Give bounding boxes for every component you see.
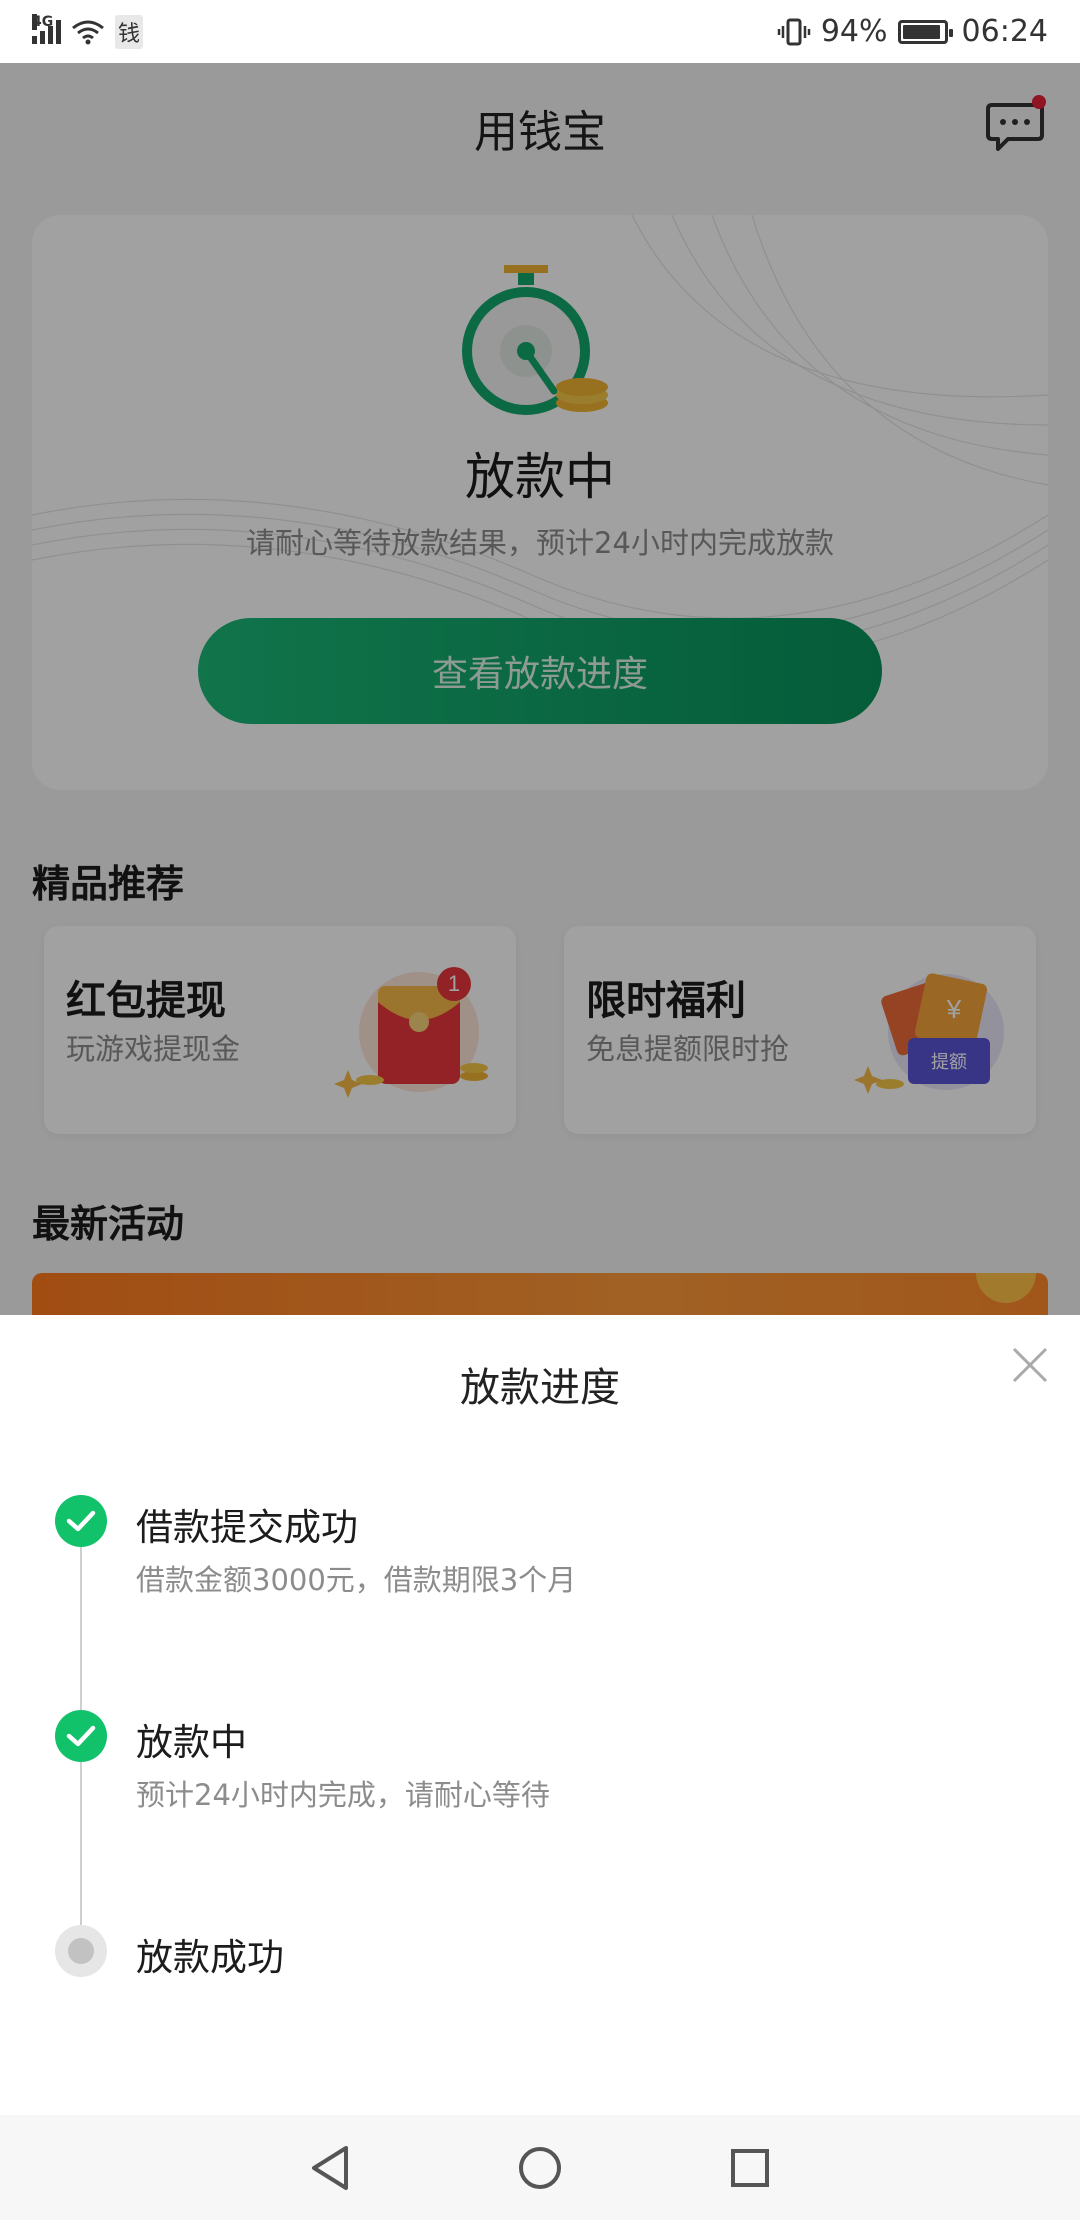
clock: 06:24 (961, 14, 1048, 49)
home-button[interactable] (510, 2138, 570, 2198)
check-icon (55, 1495, 107, 1547)
battery-percent: 94% (820, 14, 888, 49)
step-desc: 预计24小时内完成，请耐心等待 (136, 1778, 550, 1812)
battery-icon (897, 19, 953, 44)
status-right: 94% 06:24 (777, 14, 1048, 49)
step-desc: 借款金额3000元，借款期限3个月 (136, 1563, 577, 1597)
recents-button[interactable] (720, 2138, 780, 2198)
status-bar: 4G 钱 94% 06:24 (0, 0, 1080, 63)
modal-overlay[interactable] (0, 63, 1080, 1315)
loan-progress-sheet: 放款进度 借款提交成功 借款金额3000元，借款期限3个月 放款中 预计24小时… (0, 1315, 1080, 2115)
system-nav-bar (0, 2115, 1080, 2220)
pending-dot-icon (55, 1925, 107, 1977)
close-icon[interactable] (1010, 1345, 1050, 1385)
back-icon (312, 2145, 348, 2190)
back-button[interactable] (300, 2138, 360, 2198)
step-title: 放款中 (136, 1721, 247, 1764)
check-icon (55, 1710, 107, 1762)
status-left: 4G 钱 (32, 13, 144, 49)
step-title: 借款提交成功 (136, 1506, 358, 1549)
vibrate-icon (777, 18, 811, 45)
app-notification-icon: 钱 (115, 14, 144, 49)
step-title: 放款成功 (136, 1936, 284, 1979)
recents-icon (731, 2148, 769, 2187)
network-type: 4G (32, 13, 54, 30)
sheet-title: 放款进度 (460, 1365, 620, 1411)
home-icon (519, 2146, 561, 2189)
wifi-icon (72, 20, 104, 44)
signal-icon: 4G (32, 13, 61, 44)
